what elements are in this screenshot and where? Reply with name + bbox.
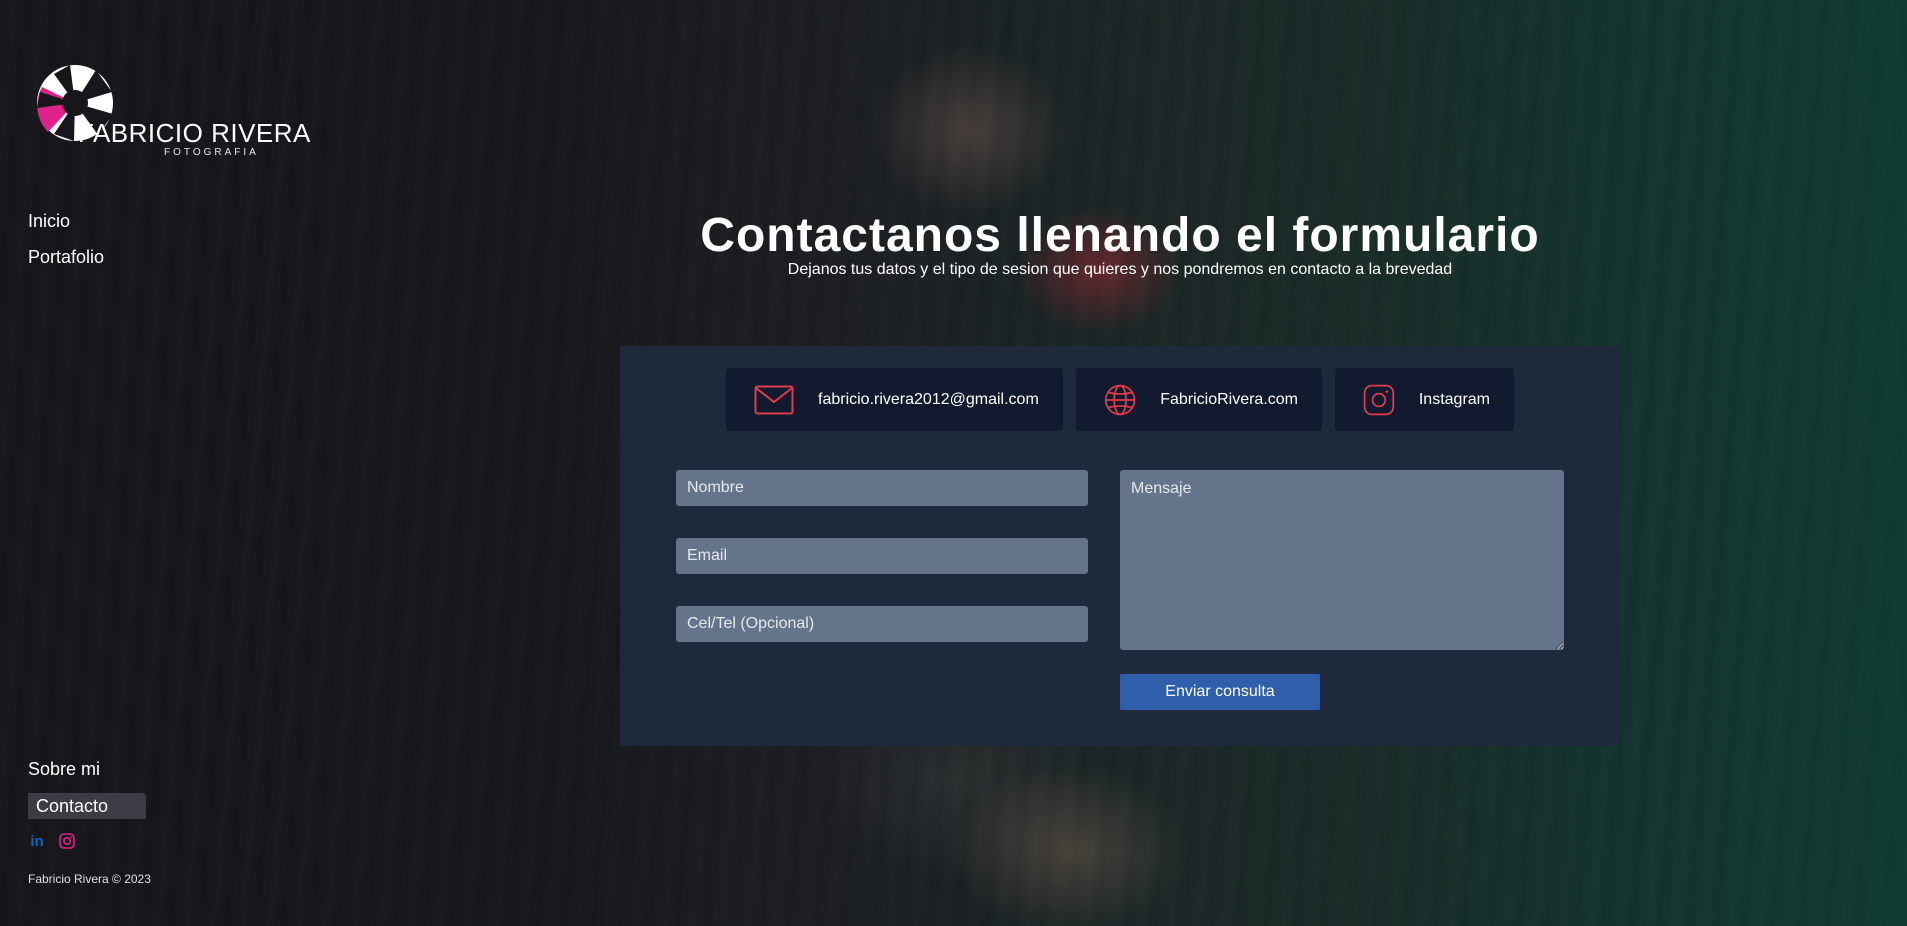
nav-item-inicio[interactable]: Inicio bbox=[28, 210, 104, 232]
instagram-glyph bbox=[59, 833, 75, 849]
nav-item-portafolio[interactable]: Portafolio bbox=[28, 246, 104, 268]
page-subtitle: Dejanos tus datos y el tipo de sesion qu… bbox=[787, 261, 1453, 278]
contact-cards: fabricio.rivera2012@gmail.com FabricioRi… bbox=[620, 368, 1620, 431]
contact-form-panel: fabricio.rivera2012@gmail.com FabricioRi… bbox=[620, 346, 1620, 746]
brand-name: FABRICIO RIVERA bbox=[78, 118, 311, 148]
sidebar: FABRICIO RIVERA FOTOGRAFIA Inicio Portaf… bbox=[0, 0, 310, 926]
page-title: Contactanos llenando el formulario bbox=[700, 209, 1540, 263]
phone-input[interactable] bbox=[676, 606, 1088, 642]
email-card[interactable]: fabricio.rivera2012@gmail.com bbox=[726, 368, 1063, 431]
linkedin-icon[interactable]: in bbox=[28, 832, 46, 850]
brand-logo[interactable]: FABRICIO RIVERA FOTOGRAFIA bbox=[34, 62, 310, 162]
submit-button[interactable]: Enviar consulta bbox=[1120, 674, 1320, 710]
instagram-icon[interactable] bbox=[58, 832, 76, 850]
nav-item-sobre-mi[interactable]: Sobre mi bbox=[28, 758, 146, 780]
globe-icon bbox=[1104, 384, 1136, 415]
mail-icon bbox=[754, 385, 794, 414]
instagram-card[interactable]: Instagram bbox=[1335, 368, 1514, 431]
copyright-text: Fabricio Rivera © 2023 bbox=[28, 872, 151, 886]
email-input[interactable] bbox=[676, 538, 1088, 574]
linkedin-label: in bbox=[30, 832, 44, 850]
instagram-icon bbox=[1363, 384, 1395, 415]
brand-tagline: FOTOGRAFIA bbox=[164, 147, 259, 158]
message-textarea[interactable] bbox=[1120, 470, 1564, 650]
website-card[interactable]: FabricioRivera.com bbox=[1076, 368, 1322, 431]
email-card-label: fabricio.rivera2012@gmail.com bbox=[818, 390, 1039, 408]
website-card-label: FabricioRivera.com bbox=[1160, 390, 1298, 408]
primary-nav: Inicio Portafolio bbox=[28, 210, 104, 282]
nav-item-contacto[interactable]: Contacto bbox=[28, 793, 146, 819]
instagram-card-label: Instagram bbox=[1418, 390, 1490, 408]
name-input[interactable] bbox=[676, 470, 1088, 506]
social-links: in bbox=[28, 832, 76, 850]
secondary-nav: Sobre mi Contacto bbox=[28, 758, 146, 832]
